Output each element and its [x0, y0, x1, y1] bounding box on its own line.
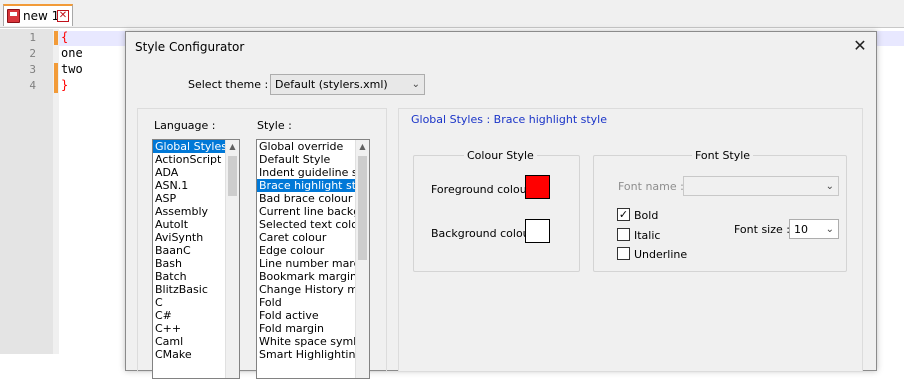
- style-list-item[interactable]: Indent guideline sty: [257, 166, 369, 179]
- chevron-down-icon: ⌄: [411, 79, 420, 90]
- style-list[interactable]: Global override Default Style Indent guide…: [256, 139, 370, 379]
- italic-label: Italic: [634, 229, 661, 242]
- select-theme-label: Select theme :: [188, 78, 269, 91]
- style-properties-panel: Global Styles : Brace highlight style Co…: [398, 108, 863, 372]
- style-list-item[interactable]: Line number margin: [257, 257, 369, 270]
- bold-label: Bold: [634, 209, 659, 222]
- scroll-thumb[interactable]: [358, 156, 367, 260]
- style-list-item[interactable]: Fold: [257, 296, 369, 309]
- font-size-select[interactable]: 10 ⌄: [789, 219, 839, 239]
- style-configurator-dialog: Style Configurator ✕ Select theme : Defa…: [125, 31, 877, 379]
- background-colour-label: Background colour: [431, 227, 535, 240]
- style-label: Style :: [257, 119, 292, 132]
- scroll-up-icon[interactable]: ▲: [226, 140, 239, 154]
- tab-label: new 1: [23, 9, 60, 23]
- font-style-group: Font Style Font name : ⌄ ✓ Bold Italic U…: [593, 149, 847, 272]
- foreground-colour-swatch[interactable]: [525, 175, 550, 199]
- style-heading: Global Styles : Brace highlight style: [411, 113, 608, 126]
- close-icon[interactable]: ✕: [850, 36, 870, 56]
- style-list-item[interactable]: Bad brace colour: [257, 192, 369, 205]
- code-line[interactable]: two: [61, 62, 83, 76]
- line-number: 4: [29, 79, 36, 92]
- tab-bar: new 1 ✕: [0, 0, 904, 28]
- style-list-item[interactable]: Global override: [257, 140, 369, 153]
- tab-new-1[interactable]: new 1 ✕: [3, 4, 73, 26]
- style-list-item[interactable]: Brace highlight styl: [257, 179, 369, 192]
- bold-checkbox[interactable]: ✓: [617, 208, 630, 221]
- scroll-thumb[interactable]: [228, 156, 237, 196]
- theme-select[interactable]: Default (stylers.xml) ⌄: [270, 74, 425, 95]
- tab-close-icon[interactable]: ✕: [57, 10, 69, 22]
- style-list-item[interactable]: Edge colour: [257, 244, 369, 257]
- font-name-label: Font name :: [618, 180, 684, 193]
- style-list-item[interactable]: Current line backgr: [257, 205, 369, 218]
- scroll-up-icon[interactable]: ▲: [356, 140, 369, 154]
- underline-label: Underline: [634, 248, 688, 261]
- language-list-scrollbar[interactable]: ▲: [225, 140, 239, 378]
- style-list-item[interactable]: Caret colour: [257, 231, 369, 244]
- change-history-marker: [54, 63, 58, 93]
- line-number: 3: [29, 63, 36, 76]
- colour-style-group: Colour Style Foreground colour Backgroun…: [413, 149, 580, 272]
- line-number-gutter: 1 2 3 4: [0, 29, 53, 354]
- language-label: Language :: [154, 119, 216, 132]
- style-list-item[interactable]: Fold margin: [257, 322, 369, 335]
- dialog-title: Style Configurator: [135, 40, 245, 54]
- line-number: 2: [29, 47, 36, 60]
- underline-checkbox[interactable]: [617, 247, 630, 260]
- floppy-disk-icon: [7, 9, 20, 23]
- style-list-item[interactable]: White space symbo: [257, 335, 369, 348]
- font-style-legend: Font Style: [692, 149, 754, 162]
- change-history-marker: [54, 31, 58, 45]
- chevron-down-icon: ⌄: [825, 224, 834, 235]
- code-line[interactable]: }: [61, 78, 68, 92]
- colour-style-legend: Colour Style: [464, 149, 537, 162]
- italic-checkbox[interactable]: [617, 228, 630, 241]
- background-colour-swatch[interactable]: [525, 219, 550, 243]
- style-list-item[interactable]: Change History ma: [257, 283, 369, 296]
- theme-select-value: Default (stylers.xml): [275, 78, 388, 91]
- code-line[interactable]: {: [61, 30, 68, 44]
- style-list-item[interactable]: Default Style: [257, 153, 369, 166]
- font-size-value: 10: [794, 223, 808, 236]
- foreground-colour-label: Foreground colour: [431, 183, 532, 196]
- language-style-panel: Language : Style : Global Styles ActionSc…: [137, 108, 387, 379]
- style-list-item[interactable]: Fold active: [257, 309, 369, 322]
- style-list-item[interactable]: Bookmark margin: [257, 270, 369, 283]
- style-list-scrollbar[interactable]: ▲: [355, 140, 369, 378]
- line-number: 1: [29, 31, 36, 44]
- font-name-select[interactable]: ⌄: [683, 176, 839, 196]
- language-list[interactable]: Global Styles ActionScript ADA ASN.1 ASP Asse…: [152, 139, 240, 379]
- chevron-down-icon: ⌄: [825, 181, 834, 192]
- code-line[interactable]: one: [61, 46, 83, 60]
- font-size-label: Font size :: [734, 223, 790, 236]
- style-list-item[interactable]: Smart Highlighting: [257, 348, 369, 361]
- style-list-item[interactable]: Selected text colou: [257, 218, 369, 231]
